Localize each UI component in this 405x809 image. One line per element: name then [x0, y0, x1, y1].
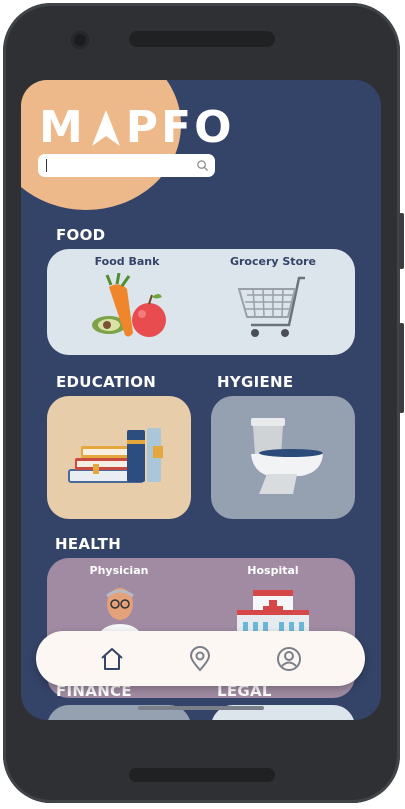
section-title-hygiene: HYGIENE [217, 373, 294, 391]
nav-home-button[interactable] [98, 645, 126, 673]
map-pin-icon[interactable] [188, 645, 212, 672]
volume-button [399, 213, 404, 269]
app-screen: M PFO FOOD Food Bank Grocery Store EDUCA… [21, 80, 381, 720]
front-camera [71, 31, 89, 49]
nav-profile-button[interactable] [275, 645, 303, 673]
home-icon[interactable] [99, 646, 125, 672]
toilet-icon[interactable] [245, 414, 327, 498]
top-speaker [129, 31, 275, 47]
hospital-label[interactable]: Hospital [223, 564, 323, 577]
education-card[interactable] [47, 396, 191, 519]
section-title-food: FOOD [56, 226, 106, 244]
search-icon[interactable] [196, 159, 209, 172]
food-card[interactable]: Food Bank Grocery Store [47, 249, 355, 355]
books-icon[interactable] [61, 426, 171, 490]
section-title-health: HEALTH [55, 535, 122, 553]
nav-map-button[interactable] [186, 645, 214, 673]
logo-letters-pfo: PFO [125, 102, 235, 153]
profile-icon[interactable] [276, 646, 302, 672]
bottom-navbar [36, 631, 365, 686]
logo-letter-m: M [39, 102, 86, 153]
section-title-education: EDUCATION [56, 373, 157, 391]
food-bank-label[interactable]: Food Bank [79, 255, 175, 268]
hygiene-card[interactable] [211, 396, 355, 519]
mapfo-logo: M PFO [39, 102, 235, 153]
home-indicator[interactable] [138, 706, 264, 710]
grocery-store-label[interactable]: Grocery Store [223, 255, 323, 268]
logo-pin-icon [91, 109, 120, 146]
food-bank-icon[interactable] [89, 273, 169, 341]
grocery-cart-icon[interactable] [237, 275, 311, 343]
search-input[interactable] [47, 156, 196, 175]
bottom-speaker [129, 768, 275, 782]
search-bar[interactable] [38, 154, 215, 177]
physician-label[interactable]: Physician [69, 564, 169, 577]
power-button [399, 323, 404, 413]
